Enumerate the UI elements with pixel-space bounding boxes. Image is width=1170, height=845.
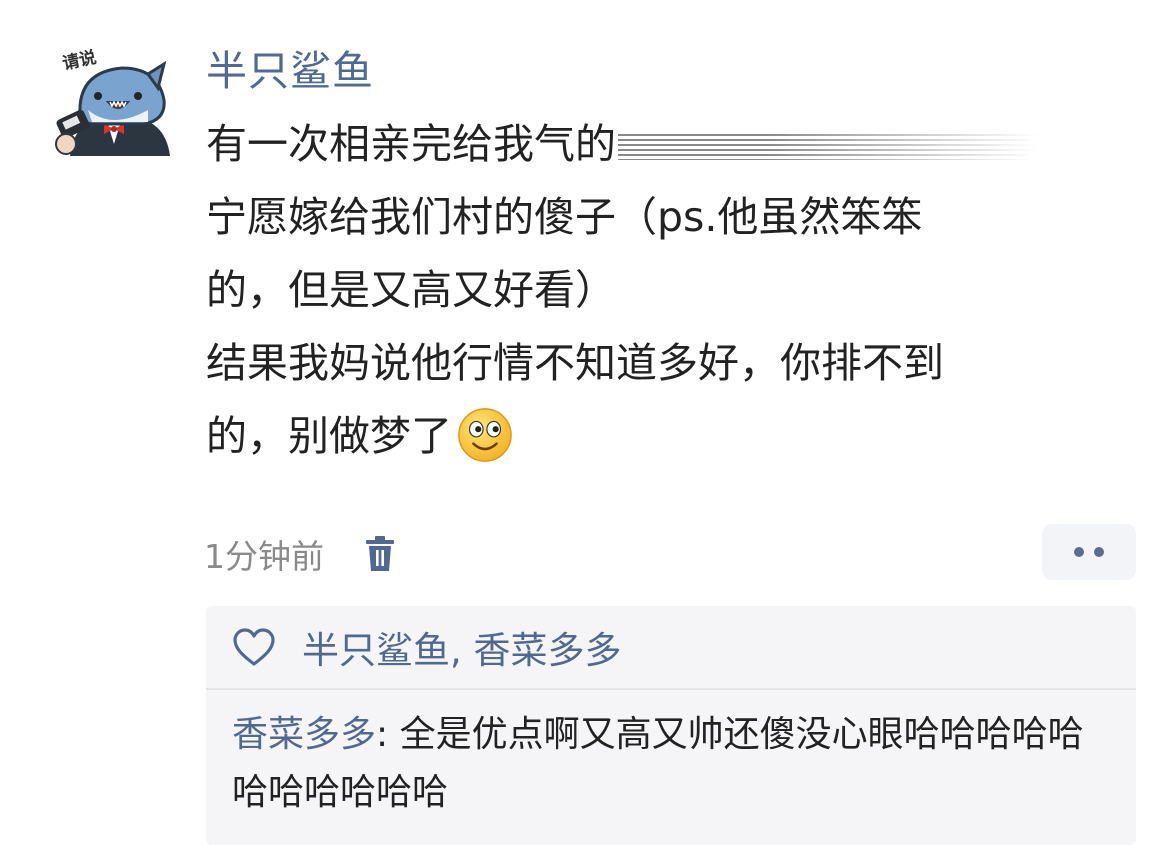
redacted-blur [618, 134, 1038, 160]
comment-line: 的，但是又高又好看） [206, 266, 616, 314]
timestamp: 1分钟前 [204, 537, 324, 576]
trash-icon[interactable] [364, 535, 396, 573]
reply-author[interactable]: 香菜多多 [232, 714, 376, 755]
heart-icon[interactable] [232, 627, 276, 667]
reply-item: 香菜多多: 全是优点啊又高又帅还傻没心眼哈哈哈哈哈哈哈哈哈哈哈 [206, 690, 1136, 822]
comment-body: 有一次相亲完给我气的 宁愿嫁给我们村的傻子（ps.他虽然笨笨 的，但是又高又好看… [206, 108, 1126, 473]
comment-line: 有一次相亲完给我气的 [206, 108, 1126, 181]
reply-box: 半只鲨鱼, 香菜多多 香菜多多: 全是优点啊又高又帅还傻没心眼哈哈哈哈哈哈哈哈哈… [206, 606, 1136, 845]
comment-meta: 1分钟前 [204, 528, 396, 580]
more-dots-icon [1074, 547, 1084, 557]
comment-line: 宁愿嫁给我们村的傻子（ps.他虽然笨笨 [206, 193, 923, 241]
more-dots-icon [1094, 547, 1104, 557]
comment-line-text: 的，别做梦了 [206, 412, 452, 460]
comment-line-text: 有一次相亲完给我气的 [206, 120, 616, 168]
likes-row: 半只鲨鱼, 香菜多多 [206, 606, 1136, 690]
avatar[interactable]: 请说 [52, 44, 176, 168]
reply-separator: : [376, 714, 400, 755]
comment-username[interactable]: 半只鲨鱼 [206, 40, 1136, 102]
comment: 半只鲨鱼 有一次相亲完给我气的 宁愿嫁给我们村的傻子（ps.他虽然笨笨 的，但是… [206, 40, 1136, 473]
likes-list[interactable]: 半只鲨鱼, 香菜多多 [302, 620, 622, 674]
comment-line: 结果我妈说他行情不知道多好，你排不到 [206, 339, 944, 387]
more-button[interactable] [1042, 524, 1136, 580]
comment-line: 的，别做梦了 [206, 400, 1126, 473]
smiley-emoji-icon [458, 408, 512, 462]
